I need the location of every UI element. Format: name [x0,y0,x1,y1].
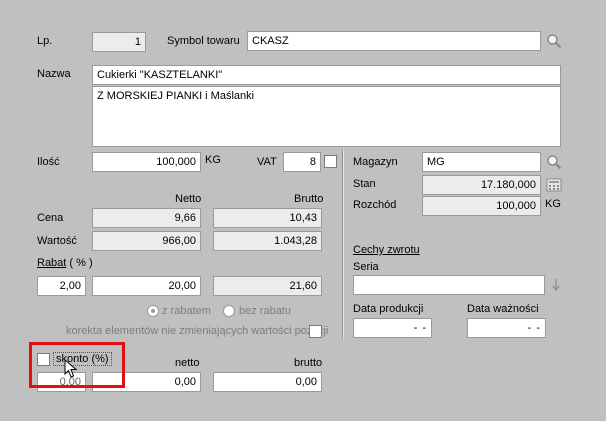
radio-z-rabatem[interactable] [147,305,159,317]
symbol-input[interactable]: CKASZ [247,31,541,51]
cena-label: Cena [37,212,64,224]
lp-label: Lp. [37,35,53,47]
data-produkcji-input[interactable]: - - [353,318,432,338]
skonto-netto-header: netto [175,357,200,369]
wartosc-label: Wartość [37,235,77,247]
magazyn-input[interactable]: MG [422,152,541,172]
vat-checkbox[interactable] [324,155,337,168]
data-waznosci-input[interactable]: - - [467,318,546,338]
symbol-label: Symbol towaru [167,35,240,47]
rozchod-unit: KG [545,198,561,210]
radio-bez-rabatu[interactable] [223,305,235,317]
arrow-down-icon [552,279,560,291]
skonto-brutto-input[interactable]: 0,00 [213,372,322,392]
stan-button[interactable] [545,176,563,194]
rabat-netto-input[interactable]: 20,00 [92,276,201,296]
cena-netto-field[interactable]: 9,66 [92,208,201,228]
rozchod-label: Rozchód [353,199,397,211]
korekta-checkbox[interactable] [309,325,322,338]
stan-label: Stan [353,178,376,190]
rabat-pct-text: ( % ) [69,257,93,269]
cena-brutto-field[interactable]: 10,43 [213,208,322,228]
nazwa-label: Nazwa [37,68,71,80]
rabat-brutto-field[interactable]: 21,60 [213,276,322,296]
wartosc-netto-field[interactable]: 966,00 [92,231,201,251]
wartosc-brutto-field[interactable]: 1.043,28 [213,231,322,251]
symbol-lookup-button[interactable] [545,32,563,50]
vat-label: VAT [257,156,277,168]
mouse-pointer-icon [64,359,78,378]
stan-field: 17.180,000 [422,175,541,195]
radio-z-rabatem-label: z rabatem [162,305,211,317]
section-divider [342,150,344,338]
lp-field: 1 [92,32,146,52]
magazyn-label: Magazyn [353,156,398,168]
seria-arrow-button[interactable] [547,276,565,294]
korekta-label: korekta elementów nie zmieniających wart… [66,325,329,337]
skonto-brutto-header: brutto [294,357,323,369]
magnifier-icon [547,155,562,170]
rabat-label-text: Rabat [37,257,67,269]
ilosc-input[interactable]: 100,000 [92,152,201,172]
nazwa-line2-input[interactable]: Z MORSKIEJ PIANKI i Maślanki [92,86,561,147]
calculator-icon [546,178,562,192]
magnifier-icon [547,34,562,49]
magazyn-lookup-button[interactable] [545,153,563,171]
brutto-header: Brutto [294,193,324,205]
rabat-label: Rabat ( % ) [37,256,93,270]
radio-bez-rabatu-label: bez rabatu [239,305,291,317]
cechy-zwrotu-label: Cechy zwrotu [353,244,420,256]
data-waznosci-label: Data ważności [467,303,539,315]
rabat-percent-input[interactable]: 2,00 [37,276,86,296]
data-produkcji-label: Data produkcji [353,303,424,315]
seria-input[interactable] [353,275,545,295]
rozchod-field: 100,000 [422,196,541,216]
vat-input[interactable]: 8 [283,152,321,172]
ilosc-label: Ilość [37,156,60,168]
nazwa-line1-input[interactable]: Cukierki "KASZTELANKI" [92,65,561,85]
netto-header: Netto [175,193,202,205]
seria-label: Seria [353,261,379,273]
ilosc-unit: KG [205,154,221,166]
